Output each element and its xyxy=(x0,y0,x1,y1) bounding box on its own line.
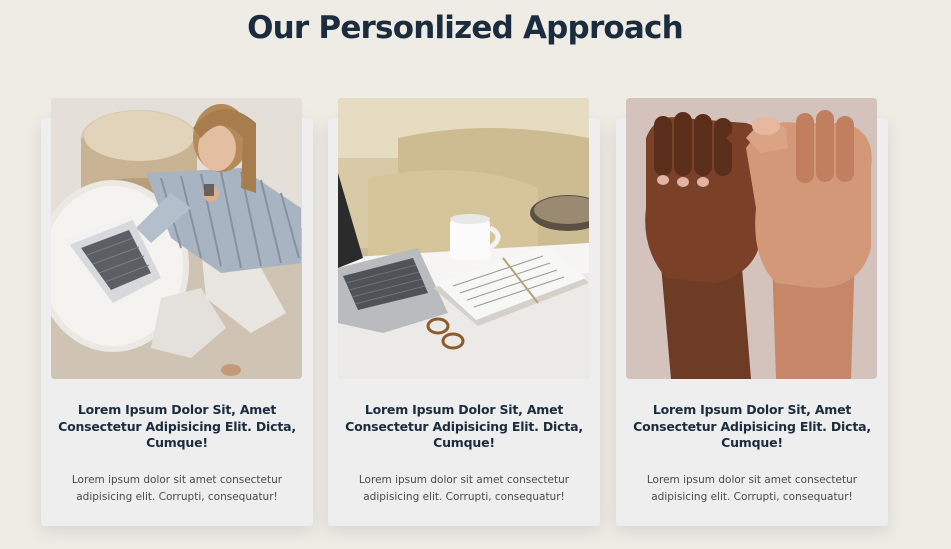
card-text: Lorem ipsum dolor sit amet consectetur a… xyxy=(358,474,570,503)
card-text: Lorem ipsum dolor sit amet consectetur a… xyxy=(646,474,858,503)
card-heading: Lorem Ipsum Dolor Sit, Amet Consectetur … xyxy=(58,402,296,450)
card-heading: Lorem Ipsum Dolor Sit, Amet Consectetur … xyxy=(633,402,871,450)
pinky-promise-hands-photo xyxy=(626,98,877,379)
card-text: Lorem ipsum dolor sit amet consectetur a… xyxy=(71,474,283,503)
section-title: Our Personlized Approach xyxy=(247,10,684,46)
laptop-coffee-notebook-photo xyxy=(338,98,589,379)
card-heading: Lorem Ipsum Dolor Sit, Amet Consectetur … xyxy=(345,402,583,450)
woman-with-laptop-photo xyxy=(51,98,302,379)
